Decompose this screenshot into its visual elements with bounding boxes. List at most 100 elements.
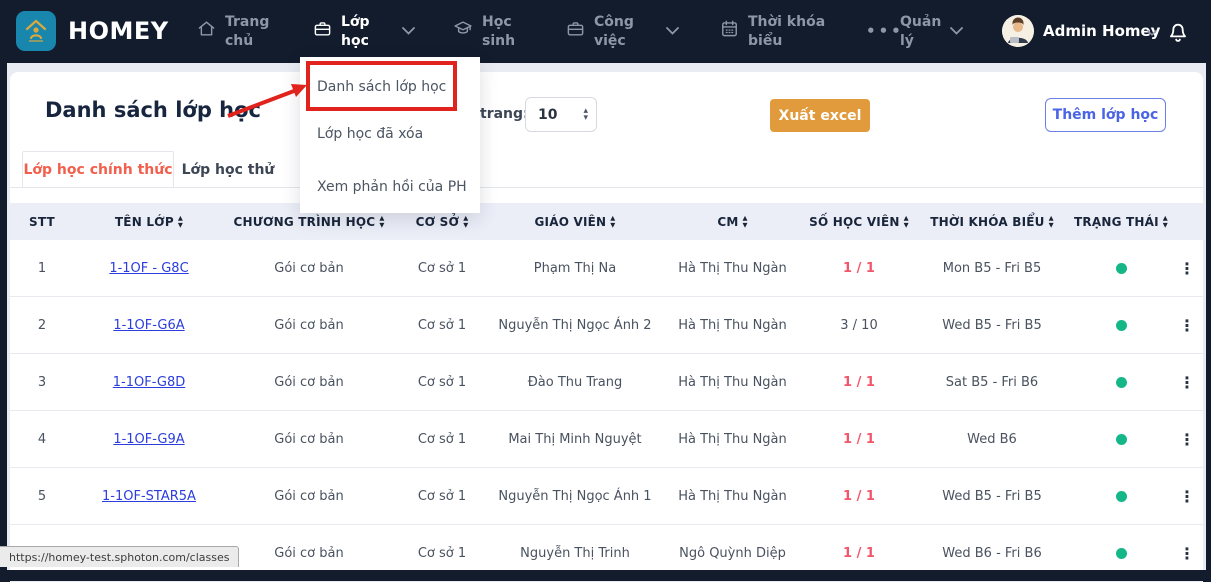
table-body: 1 1-1OF - G8C Gói cơ bản Cơ sở 1 Phạm Th… xyxy=(10,240,1203,582)
kebab-menu-icon[interactable]: ⋮ xyxy=(1179,373,1195,392)
row-student-count: 1 / 1 xyxy=(805,261,913,276)
row-teacher: Đào Thu Trang xyxy=(490,375,660,390)
row-student-count: 1 / 1 xyxy=(805,375,913,390)
col-co-so[interactable]: CƠ SỞ▲▼ xyxy=(394,215,490,229)
row-campus: Cơ sở 1 xyxy=(394,489,490,504)
kebab-menu-icon[interactable]: ⋮ xyxy=(1179,544,1195,563)
homey-logo[interactable] xyxy=(16,11,56,51)
col-chuong-trinh-hoc[interactable]: CHƯƠNG TRÌNH HỌC▲▼ xyxy=(224,215,394,229)
row-student-count: 1 / 1 xyxy=(805,432,913,447)
home-icon xyxy=(197,19,216,38)
row-program: Gói cơ bản xyxy=(224,375,394,390)
table-row: 5 1-1OF-STAR5A Gói cơ bản Cơ sở 1 Nguyễn… xyxy=(10,468,1203,525)
row-program: Gói cơ bản xyxy=(224,489,394,504)
sort-icon[interactable]: ▲▼ xyxy=(904,215,909,227)
avatar[interactable] xyxy=(1002,15,1034,47)
nav-label: Học sinh xyxy=(482,13,518,51)
nav-label: Thời khóa biểu xyxy=(748,13,826,51)
sort-icon[interactable]: ▲▼ xyxy=(610,215,615,227)
table-header-row: STT TÊN LỚP▲▼ CHƯƠNG TRÌNH HỌC▲▼ CƠ SỞ▲▼… xyxy=(10,203,1203,240)
row-program: Gói cơ bản xyxy=(224,318,394,333)
briefcase-icon xyxy=(313,19,332,38)
nav-label: Quản lý xyxy=(900,13,940,51)
sort-icon[interactable]: ▲▼ xyxy=(178,215,183,227)
user-menu[interactable]: Admin Homey xyxy=(1043,22,1160,40)
row-cm: Hà Thị Thu Ngàn xyxy=(660,375,805,390)
row-program: Gói cơ bản xyxy=(224,261,394,276)
row-schedule: Wed B6 xyxy=(913,432,1071,447)
class-name-link[interactable]: 1-1OF-G6A xyxy=(113,318,184,333)
nav-label: Lớp học xyxy=(341,13,375,51)
col-cm[interactable]: CM▲▼ xyxy=(660,215,805,229)
sort-icon[interactable]: ▲▼ xyxy=(1049,215,1054,227)
col-so-hoc-vien[interactable]: SỐ HỌC VIÊN▲▼ xyxy=(805,215,913,229)
nav-item-quan-ly[interactable]: Quản lý xyxy=(900,13,940,51)
kebab-menu-icon[interactable]: ⋮ xyxy=(1179,487,1195,506)
stepper-arrows-icon[interactable]: ▴▾ xyxy=(583,108,588,122)
row-schedule: Mon B5 - Fri B5 xyxy=(913,261,1071,276)
class-name-link[interactable]: 1-1OF-STAR5A xyxy=(102,489,196,504)
col-ten-lop[interactable]: TÊN LỚP▲▼ xyxy=(74,215,224,229)
row-campus: Cơ sở 1 xyxy=(394,546,490,561)
class-name-link[interactable]: 1-1OF-G8D xyxy=(113,375,185,390)
notification-bell-icon[interactable] xyxy=(1165,18,1191,45)
sort-icon[interactable]: ▲▼ xyxy=(463,215,468,227)
row-program: Gói cơ bản xyxy=(224,432,394,447)
graduation-cap-icon xyxy=(453,19,473,38)
row-stt: 3 xyxy=(10,375,74,390)
sort-icon[interactable]: ▲▼ xyxy=(379,215,384,227)
menu-item-danh-sach-lop-hoc[interactable]: Danh sách lớp học xyxy=(317,75,446,99)
table-row: 2 1-1OF-G6A Gói cơ bản Cơ sở 1 Nguyễn Th… xyxy=(10,297,1203,354)
sort-icon[interactable]: ▲▼ xyxy=(742,215,747,227)
class-name-link[interactable]: 1-1OF-G9A xyxy=(113,432,184,447)
brand-title: HOMEY xyxy=(68,17,169,45)
row-schedule: Wed B5 - Fri B5 xyxy=(913,318,1071,333)
nav-item-trang-chu[interactable]: Trang chủ xyxy=(197,13,273,51)
kebab-menu-icon[interactable]: ⋮ xyxy=(1179,316,1195,335)
add-class-button[interactable]: Thêm lớp học xyxy=(1045,98,1166,132)
menu-item-xem-phan-hoi[interactable]: Xem phản hồi của PH xyxy=(317,175,467,199)
tab-lop-hoc-chinh-thuc[interactable]: Lớp học chính thức xyxy=(22,151,174,188)
nav-item-lop-hoc[interactable]: Lớp học xyxy=(313,13,375,51)
per-page-label: trang: xyxy=(480,106,529,122)
row-stt: 2 xyxy=(10,318,74,333)
row-student-count: 1 / 1 xyxy=(805,489,913,504)
homey-logo-icon xyxy=(22,17,50,45)
per-page-stepper[interactable]: ▴▾ xyxy=(525,97,597,132)
export-excel-button[interactable]: Xuất excel xyxy=(770,99,870,132)
row-cm: Hà Thị Thu Ngàn xyxy=(660,318,805,333)
nav-overflow-ellipsis-icon[interactable]: ••• xyxy=(866,22,904,40)
chevron-down-icon[interactable] xyxy=(950,27,963,35)
row-stt: 1 xyxy=(10,261,74,276)
kebab-menu-icon[interactable]: ⋮ xyxy=(1179,259,1195,278)
table-row: 1 1-1OF - G8C Gói cơ bản Cơ sở 1 Phạm Th… xyxy=(10,240,1203,297)
row-cm: Ngô Quỳnh Diệp xyxy=(660,546,805,561)
status-active-dot xyxy=(1116,263,1127,274)
top-navbar: HOMEY Trang chủ Lớp học Học sinh Công vi… xyxy=(0,0,1211,63)
nav-label: Công việc xyxy=(594,13,640,51)
menu-item-lop-hoc-da-xoa[interactable]: Lớp học đã xóa xyxy=(317,122,423,146)
col-trang-thai[interactable]: TRẠNG THÁI▲▼ xyxy=(1071,215,1171,229)
col-stt[interactable]: STT xyxy=(10,215,74,229)
row-cm: Hà Thị Thu Ngàn xyxy=(660,432,805,447)
kebab-menu-icon[interactable]: ⋮ xyxy=(1179,430,1195,449)
sort-icon[interactable]: ▲▼ xyxy=(1163,215,1168,227)
per-page-input[interactable] xyxy=(538,107,572,123)
lop-hoc-dropdown-menu: Danh sách lớp học Lớp học đã xóa Xem phả… xyxy=(300,57,480,213)
class-name-link[interactable]: 1-1OF - G8C xyxy=(109,261,188,276)
col-thoi-khoa-bieu[interactable]: THỜI KHÓA BIỂU▲▼ xyxy=(913,215,1071,229)
page-title: Danh sách lớp học xyxy=(45,98,261,122)
chevron-down-icon[interactable] xyxy=(1147,30,1157,36)
nav-item-hoc-sinh[interactable]: Học sinh xyxy=(453,13,518,51)
chevron-down-icon[interactable] xyxy=(402,27,415,35)
nav-item-thoi-khoa-bieu[interactable]: Thời khóa biểu xyxy=(720,13,826,51)
chevron-down-icon[interactable] xyxy=(666,27,679,35)
row-teacher: Mai Thị Minh Nguyệt xyxy=(490,432,660,447)
briefcase-icon xyxy=(566,19,585,38)
row-student-count: 1 / 1 xyxy=(805,546,913,561)
col-giao-vien[interactable]: GIÁO VIÊN▲▼ xyxy=(490,215,660,229)
nav-item-cong-viec[interactable]: Công việc xyxy=(566,13,640,51)
tab-lop-hoc-thu[interactable]: Lớp học thử xyxy=(174,151,282,188)
row-cm: Hà Thị Thu Ngàn xyxy=(660,261,805,276)
status-active-dot xyxy=(1116,548,1127,559)
